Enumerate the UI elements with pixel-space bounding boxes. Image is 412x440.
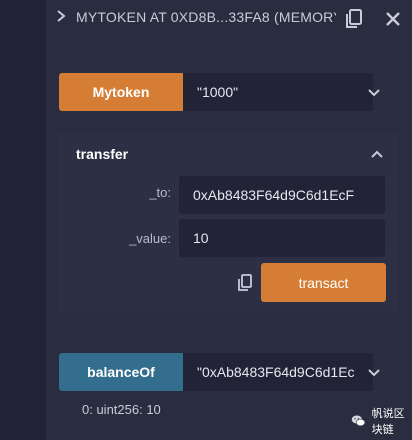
- mytoken-button[interactable]: Mytoken: [59, 73, 183, 111]
- chevron-down-icon[interactable]: [366, 365, 382, 381]
- value-label: _value:: [129, 231, 171, 246]
- mytoken-input[interactable]: [183, 73, 373, 111]
- balanceof-input[interactable]: [183, 353, 373, 391]
- transfer-function-box: transfer _to: _value: transact: [59, 133, 397, 313]
- chevron-up-icon[interactable]: [370, 147, 384, 161]
- contract-title: MYTOKEN AT 0XD8B...33FA8 (MEMORY): [76, 9, 336, 25]
- contract-header[interactable]: MYTOKEN AT 0XD8B...33FA8 (MEMORY): [46, 0, 412, 36]
- balanceof-result: 0: uint256: 10: [82, 402, 161, 417]
- copy-calldata-icon[interactable]: [236, 273, 254, 293]
- watermark-text: 帆说区块链: [371, 407, 405, 436]
- chevron-down-icon[interactable]: [366, 85, 382, 101]
- transact-button[interactable]: transact: [261, 263, 386, 302]
- transfer-title: transfer: [76, 146, 129, 162]
- close-icon[interactable]: [380, 8, 406, 30]
- deployed-contract-panel: MYTOKEN AT 0XD8B...33FA8 (MEMORY) Mytoke…: [46, 0, 412, 440]
- mytoken-row: Mytoken: [59, 73, 373, 111]
- copy-icon[interactable]: [344, 8, 364, 30]
- balanceof-row: balanceOf: [59, 353, 373, 391]
- chevron-right-icon[interactable]: [54, 9, 68, 23]
- left-gutter: [0, 0, 46, 440]
- wechat-icon: [351, 415, 366, 427]
- balanceof-button[interactable]: balanceOf: [59, 353, 183, 391]
- to-label: _to:: [149, 185, 171, 200]
- to-input[interactable]: [179, 176, 385, 214]
- value-input[interactable]: [179, 219, 385, 257]
- watermark: 帆说区块链: [351, 407, 412, 436]
